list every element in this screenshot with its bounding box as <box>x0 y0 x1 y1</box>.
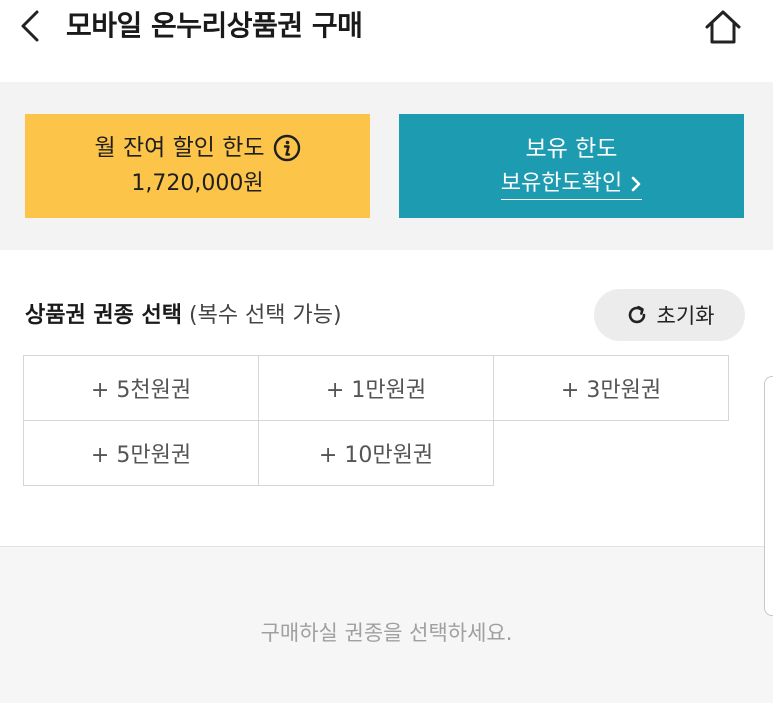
limit-banner: 월 잔여 할인 한도 1,720,000원 보유 한도 보유한도확인 <box>0 82 773 250</box>
monthly-limit-amount: 1,720,000원 <box>131 171 264 196</box>
hold-limit-label: 보유 한도 <box>525 135 618 162</box>
home-button[interactable] <box>700 7 746 51</box>
info-icon[interactable] <box>273 134 301 162</box>
voucher-option-100k[interactable]: + 10만원권 <box>258 420 494 486</box>
reset-label: 초기화 <box>656 304 715 328</box>
empty-selection-message: 구매하실 권종을 선택하세요. <box>260 621 513 645</box>
check-hold-limit-label: 보유한도확인 <box>500 170 623 196</box>
voucher-option-30k[interactable]: + 3만원권 <box>493 355 729 421</box>
voucher-option-10k[interactable]: + 1만원권 <box>258 355 494 421</box>
voucher-type-title: 상품권 권종 선택 <box>25 303 182 328</box>
voucher-type-heading: 상품권 권종 선택 (복수 선택 가능) <box>25 298 342 334</box>
voucher-option-50k[interactable]: + 5만원권 <box>23 420 259 486</box>
refresh-icon <box>625 303 649 327</box>
chevron-left-icon <box>19 9 41 47</box>
voucher-type-subtitle: (복수 선택 가능) <box>189 303 342 328</box>
chevron-right-icon <box>630 175 642 193</box>
voucher-option-5k[interactable]: + 5천원권 <box>23 355 259 421</box>
monthly-limit-card: 월 잔여 할인 한도 1,720,000원 <box>25 114 370 218</box>
back-button[interactable] <box>12 8 48 48</box>
app-header: 모바일 온누리상품권 구매 <box>0 0 773 82</box>
page-title: 모바일 온누리상품권 구매 <box>66 9 363 42</box>
selection-summary-area: 구매하실 권종을 선택하세요. <box>0 547 773 703</box>
check-hold-limit-link[interactable]: 보유한도확인 <box>500 169 643 200</box>
home-icon <box>703 8 743 50</box>
side-scroll-handle[interactable] <box>764 376 773 616</box>
monthly-limit-label: 월 잔여 할인 한도 <box>94 135 265 161</box>
hold-limit-card[interactable]: 보유 한도 보유한도확인 <box>399 114 744 218</box>
reset-button[interactable]: 초기화 <box>594 289 745 341</box>
